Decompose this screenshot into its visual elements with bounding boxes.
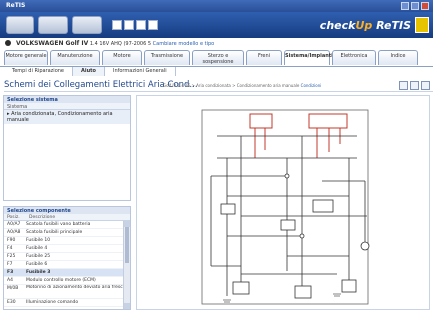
back-button[interactable]	[38, 16, 68, 34]
vehicle-info-bar: VOLKSWAGEN Golf IV 1.4 16V AHQ (97-2006 …	[0, 38, 433, 48]
tab-motore-generale[interactable]: Motore generale	[4, 50, 48, 65]
cell-desc: Motorino di azionamento deviato aria fre…	[26, 285, 126, 290]
home-button[interactable]	[6, 16, 34, 34]
cell-code: F90	[7, 238, 16, 243]
subtab-aiuto[interactable]: Aiuto	[73, 67, 105, 76]
cell-code: F4	[7, 246, 13, 251]
component-box	[341, 279, 357, 293]
tools-icon[interactable]	[148, 20, 158, 30]
component-box	[220, 203, 236, 215]
table-row[interactable]: F4 Fusibile 4	[4, 245, 130, 253]
component-box	[232, 281, 250, 295]
cell-code: E30	[7, 300, 16, 305]
breadcrumb-link[interactable]: Condizioni	[301, 83, 322, 88]
cell-code: A0/A7	[7, 222, 21, 227]
component-box	[294, 285, 312, 299]
wiring-diagram[interactable]	[136, 95, 430, 310]
table-row[interactable]: F7 Fusibile 6	[4, 261, 130, 269]
table-header: Posiz. Descrizione	[4, 214, 130, 221]
cell-code: A4	[7, 278, 13, 283]
header-actions	[399, 81, 430, 90]
cell-desc: Fusibile 4	[26, 246, 48, 251]
table-row[interactable]: F25 Fusibile 25	[4, 253, 130, 261]
cell-desc: Scatola fusibili vano batteria	[26, 222, 91, 227]
component-box	[280, 219, 296, 231]
maximize-button[interactable]	[411, 2, 419, 10]
system-selection-panel: Selezione sistema Sistema ▸ Aria condizi…	[3, 95, 131, 201]
scroll-down-arrow[interactable]	[124, 303, 130, 309]
table-row[interactable]: M/0B Motorino di azionamento deviato aria…	[4, 285, 130, 299]
tab-manutenzione[interactable]: Manutenzione	[50, 50, 100, 65]
cell-code: M/0B	[7, 286, 19, 291]
column-header[interactable]: Descrizione	[26, 214, 58, 220]
main-tabs: Motore generale Manutenzione Motore Tras…	[0, 50, 433, 66]
breadcrumb: Golf IV 1.4 16 > Aria condizionata > Con…	[163, 83, 322, 88]
cell-code: F3	[7, 270, 14, 275]
tab-sterzo-sospensione[interactable]: Sterzo e sospensione	[192, 50, 244, 65]
tab-sistema-impianti[interactable]: Sistema/Impianti	[284, 50, 333, 65]
tab-freni[interactable]: Freni	[246, 50, 282, 65]
expand-icon[interactable]	[421, 81, 430, 90]
table-row[interactable]: F90 Fusibile 10	[4, 237, 130, 245]
component-connector	[299, 233, 305, 239]
close-button[interactable]	[421, 2, 429, 10]
cell-desc: Fusibile 3	[26, 270, 51, 275]
change-model-link[interactable]: Cambiare modello e tipo	[153, 41, 215, 47]
window-title: ReTIS	[6, 2, 26, 9]
window-titlebar: ReTIS	[0, 0, 433, 12]
cell-code: F7	[7, 262, 13, 267]
scrollbar-thumb[interactable]	[125, 227, 129, 263]
cell-desc: Fusibile 25	[26, 254, 51, 259]
close-icon[interactable]	[399, 81, 408, 90]
page-header: Schemi dei Collegamenti Elettrici Aria C…	[4, 80, 433, 92]
zoom-icon[interactable]	[136, 20, 146, 30]
sub-tabs: Tempi di Riparazione Aiuto Informazioni …	[0, 66, 433, 76]
minimize-button[interactable]	[401, 2, 409, 10]
cell-desc: Modulo controllo motore (ECM)	[26, 278, 96, 283]
search-icon[interactable]	[124, 20, 134, 30]
component-connector	[360, 241, 370, 251]
subtab-tempi-riparazione[interactable]: Tempi di Riparazione	[4, 67, 73, 76]
company-logo	[415, 17, 429, 33]
component-box	[312, 199, 334, 213]
tab-indice[interactable]: Indice	[378, 50, 418, 65]
table-row[interactable]: A0/A7 Scatola fusibili vano batteria	[4, 221, 130, 229]
cell-desc: Illuminazione comando	[26, 300, 79, 305]
column-header: Sistema	[4, 103, 130, 110]
cell-code: F25	[7, 254, 16, 259]
window-icon[interactable]	[410, 81, 419, 90]
wiring-diagram-canvas	[201, 109, 370, 305]
panel-title: Selezione componente	[4, 207, 130, 214]
tab-elettronica[interactable]: Elettronica	[332, 50, 376, 65]
component-list-scrollbar[interactable]	[123, 221, 130, 309]
brand-logo: checkUp ReTIS	[319, 19, 411, 32]
table-row[interactable]: A0/A8 Scatola fusibili principale	[4, 229, 130, 237]
cell-desc: Fusibile 6	[26, 262, 48, 267]
vehicle-description: VOLKSWAGEN Golf IV 1.4 16V AHQ (97-2006 …	[16, 40, 215, 47]
tab-motore[interactable]: Motore	[102, 50, 142, 65]
cell-desc: Fusibile 10	[26, 238, 51, 243]
window-controls	[401, 2, 429, 10]
main-toolbar: checkUp ReTIS	[0, 12, 433, 38]
tab-trasmissione[interactable]: Trasmissione	[144, 50, 190, 65]
component-selection-panel: Selezione componente Posiz. Descrizione …	[3, 206, 131, 310]
cell-code: A0/A8	[7, 230, 21, 235]
table-row[interactable]: A4 Modulo controllo motore (ECM)	[4, 277, 130, 285]
panel-title: Selezione sistema	[4, 96, 130, 103]
cell-desc: Scatola fusibili principale	[26, 230, 83, 235]
vehicle-icon	[5, 40, 11, 46]
table-row[interactable]: E30 Illuminazione comando	[4, 299, 130, 307]
component-connector	[284, 173, 290, 179]
subtab-informazioni-generali[interactable]: Informazioni Generali	[105, 67, 176, 76]
forward-button[interactable]	[72, 16, 102, 34]
list-item[interactable]: ▸ Aria condizionata, Condizionamento ari…	[4, 110, 130, 124]
print-icon[interactable]	[112, 20, 122, 30]
column-header[interactable]: Posiz.	[4, 214, 26, 220]
table-row[interactable]: F3 Fusibile 3	[4, 269, 130, 277]
